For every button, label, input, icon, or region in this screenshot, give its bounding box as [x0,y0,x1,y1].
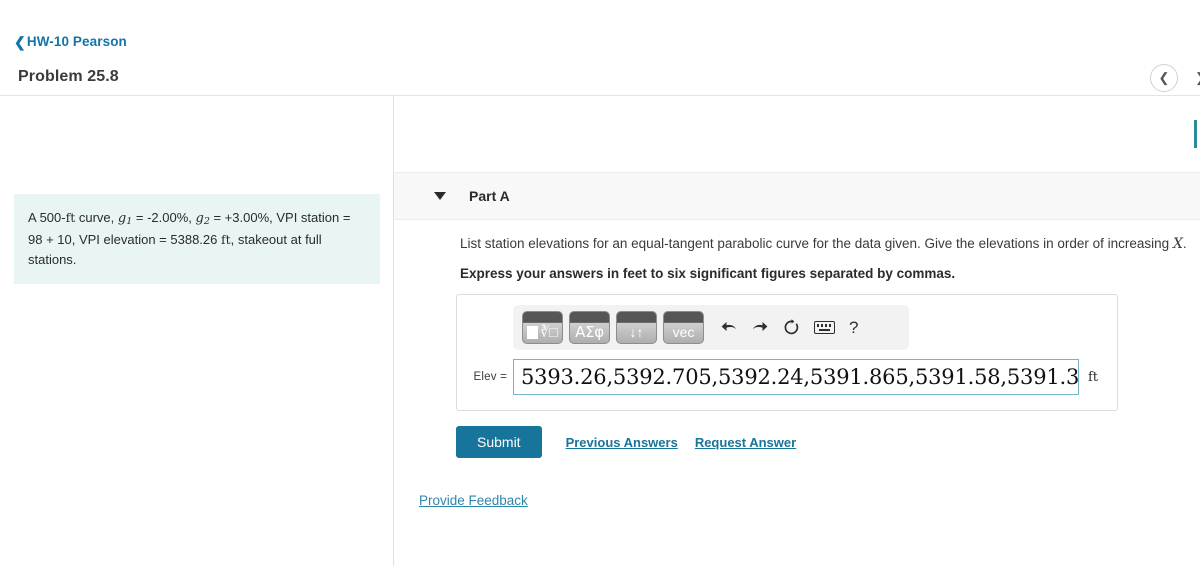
page-title: Problem 25.8 [18,68,119,85]
part-a-label: Part A [469,188,510,204]
sub-superscript-arrows-icon: ↓↑ [629,324,644,340]
undo-button[interactable] [721,320,738,335]
vectors-button[interactable]: vec [663,311,704,344]
problem-text-e: stations. [28,251,77,267]
g1-variable: g [117,211,127,226]
answer-input-row: Elev = 5393.26,5392.705,5392.24,5391.865… [457,359,1117,395]
top-header: ❮ HW-10 Pearson Problem 25.8 ❮ ❯ [0,0,1200,96]
caret-down-icon[interactable] [434,192,446,200]
previous-problem-button[interactable]: ❮ [1150,64,1178,92]
breadcrumb-back-link[interactable]: ❮ HW-10 Pearson [14,34,127,49]
redo-button[interactable] [752,320,769,335]
keyboard-button[interactable] [814,321,835,334]
part-a-header[interactable]: Part A [394,172,1200,220]
redo-arrow-icon [753,322,768,331]
g2-variable: g [195,211,204,226]
question-text: List station elevations for an equal-tan… [460,236,1187,252]
vector-icon: vec [672,324,695,340]
problem-text-d: , stakeout at full [230,231,322,247]
chevron-left-icon: ❮ [14,33,26,50]
g2-value: = +3.00%, VPI station = [209,210,351,225]
g1-value: = -2.00%, [132,210,196,225]
problem-text-c: 98 + 10, VPI elevation = 5388.26 [28,231,221,247]
problem-unit-ft-1: ft [65,210,76,225]
chevron-left-icon: ❮ [1158,70,1170,85]
problem-statement-pane: A 500-ft curve, g1 = -2.00%, g2 = +3.00%… [0,96,394,566]
greek-letters-icon: ΑΣφ [575,322,604,341]
question-text-pre: List station elevations for an equal-tan… [460,236,1173,251]
greek-letters-button[interactable]: ΑΣφ [569,311,610,344]
math-toolbar: ∛□ ΑΣφ ↓↑ vec ? [513,305,909,350]
answer-instruction: Express your answers in feet to six sign… [460,266,956,281]
question-text-post: . [1182,236,1187,251]
refresh-circular-arrow-icon [784,319,799,335]
answer-unit: ft [1088,369,1099,385]
problem-statement-box: A 500-ft curve, g1 = -2.00%, g2 = +3.00%… [14,194,380,284]
scroll-position-indicator[interactable] [1194,120,1197,148]
question-mark-icon: ? [849,318,859,337]
previous-answers-link[interactable]: Previous Answers [566,435,678,450]
answer-actions-row: Submit Previous Answers Request Answer [456,426,796,458]
reset-button[interactable] [783,319,800,336]
provide-feedback-link[interactable]: Provide Feedback [419,493,528,508]
help-button[interactable]: ? [849,319,858,336]
next-problem-button-clipped[interactable]: ❯ [1195,68,1200,88]
problem-text-a: A 500- [28,210,66,225]
breadcrumb-label: HW-10 Pearson [26,34,127,49]
content-area: A 500-ft curve, g1 = -2.00%, g2 = +3.00%… [0,96,1200,566]
submit-button[interactable]: Submit [456,426,542,458]
undo-arrow-icon [721,322,736,331]
problem-unit-ft-2: ft [220,231,231,247]
square-root-template-icon: ∛□ [523,321,562,343]
keyboard-icon [814,321,835,334]
answer-card: ∛□ ΑΣφ ↓↑ vec ? Elev = 5393.26,5392.705,… [456,294,1118,411]
subscript-superscript-button[interactable]: ↓↑ [616,311,657,344]
request-answer-link[interactable]: Request Answer [695,435,796,450]
answer-label: Elev = [473,371,507,383]
question-variable-x: X [1172,236,1183,252]
problem-text-b: curve, [75,210,118,225]
answer-input[interactable]: 5393.26,5392.705,5392.24,5391.865,5391.5… [513,359,1079,395]
math-templates-button[interactable]: ∛□ [522,311,563,344]
